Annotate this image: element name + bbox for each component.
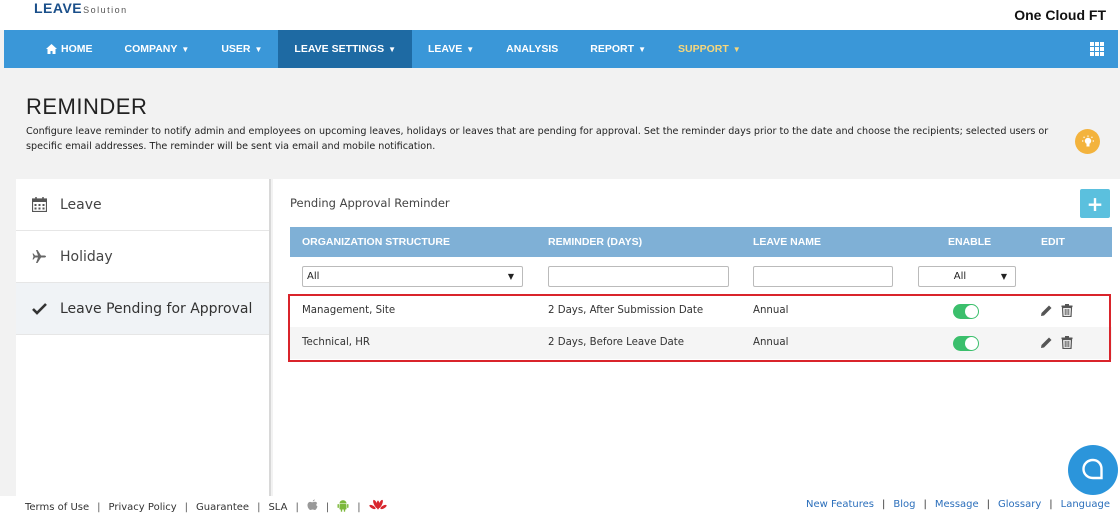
chat-bubble-icon (1082, 458, 1103, 480)
add-reminder-button[interactable]: + (1080, 189, 1110, 218)
nav-support-label: SUPPORT (677, 43, 729, 55)
caret-down-icon: ▼ (254, 44, 263, 54)
caret-down-icon: ▼ (638, 44, 646, 54)
apps-grid-icon[interactable] (1090, 42, 1104, 56)
nav-report[interactable]: REPORT ▼ (574, 30, 662, 68)
sidebar-item-leave[interactable]: Leave (16, 179, 269, 231)
nav-leave-settings-label: LEAVE SETTINGS (294, 43, 385, 55)
nav-leave-settings[interactable]: LEAVE SETTINGS ▼ (278, 30, 412, 68)
org-filter-value: All (307, 271, 320, 282)
sidebar-item-label: Holiday (60, 248, 113, 265)
logo[interactable]: LEAVESolution (34, 0, 128, 16)
plus-icon: + (1086, 191, 1104, 216)
nav-company-label: COMPANY (124, 43, 178, 55)
leave-name-filter-input[interactable] (753, 266, 893, 287)
footer-link-sla[interactable]: SLA (268, 502, 287, 513)
caret-down-icon: ▼ (466, 44, 475, 54)
footer-link-privacy[interactable]: Privacy Policy (109, 502, 177, 513)
home-icon (46, 44, 57, 54)
reminder-filter-input[interactable] (548, 266, 729, 287)
section-title: Pending Approval Reminder (290, 196, 450, 210)
footer-link-language[interactable]: Language (1061, 499, 1110, 510)
nav-leave[interactable]: LEAVE ▼ (412, 30, 490, 68)
top-bar: LEAVESolution One Cloud FT (0, 0, 1120, 30)
highlight-box (288, 294, 1111, 362)
huawei-icon[interactable] (368, 499, 387, 515)
page-title: REMINDER (26, 94, 148, 119)
nav-report-label: REPORT (590, 43, 635, 55)
column-header-edit: EDIT (1041, 236, 1065, 248)
nav-user[interactable]: USER ▼ (205, 30, 278, 68)
apple-icon[interactable] (307, 499, 318, 515)
reminder-sidebar: Leave Holiday Leave Pending for Approval (16, 179, 271, 499)
caret-down-icon: ▼ (1000, 272, 1007, 281)
chat-button[interactable] (1068, 445, 1118, 495)
nav-analysis[interactable]: ANALYSIS (490, 30, 574, 68)
calendar-icon (30, 197, 48, 212)
footer-left-links: Terms of Use | Privacy Policy | Guarantee |… (25, 499, 387, 515)
lightbulb-glyph-icon (1081, 135, 1094, 146)
nav-leave-label: LEAVE (428, 43, 463, 55)
company-name: One Cloud FT (1014, 7, 1106, 23)
org-filter-select[interactable]: All ▼ (302, 266, 523, 287)
footer-right-links: New Features | Blog | Message | Glossary | L… (805, 499, 1110, 510)
footer-link-blog[interactable]: Blog (893, 499, 915, 510)
caret-down-icon: ▼ (388, 44, 396, 54)
nav-user-label: USER (221, 43, 251, 55)
plane-icon (30, 249, 48, 264)
main-nav: HOME COMPANY ▼ USER ▼ LEAVE SETTINGS ▼ LEAV… (4, 30, 1118, 68)
table-header: ORGANIZATION STRUCTURE REMINDER (DAYS) L… (290, 227, 1112, 257)
sidebar-item-leave-pending[interactable]: Leave Pending for Approval (16, 283, 269, 335)
android-icon[interactable] (337, 499, 349, 515)
logo-sub: Solution (83, 5, 128, 15)
column-header-reminder: REMINDER (DAYS) (548, 236, 643, 248)
footer-link-message[interactable]: Message (935, 499, 979, 510)
footer-link-guarantee[interactable]: Guarantee (196, 502, 249, 513)
sidebar-item-label: Leave (60, 196, 102, 213)
nav-company[interactable]: COMPANY ▼ (109, 30, 206, 68)
column-header-org: ORGANIZATION STRUCTURE (302, 236, 450, 248)
nav-home[interactable]: HOME (4, 30, 109, 68)
caret-down-icon: ▼ (732, 44, 741, 54)
column-header-leave-name: LEAVE NAME (753, 236, 822, 248)
footer-link-terms[interactable]: Terms of Use (25, 502, 89, 513)
column-header-enable: ENABLE (948, 236, 992, 248)
sidebar-item-label: Leave Pending for Approval (60, 300, 253, 317)
caret-down-icon: ▼ (507, 272, 514, 281)
check-icon (30, 302, 48, 315)
nav-home-label: HOME (61, 43, 93, 55)
caret-down-icon: ▼ (181, 44, 190, 54)
nav-analysis-label: ANALYSIS (506, 43, 559, 55)
enable-filter-select[interactable]: All ▼ (918, 266, 1016, 287)
enable-filter-value: All (953, 271, 967, 282)
logo-main: LEAVE (34, 0, 83, 16)
lightbulb-icon[interactable] (1075, 129, 1100, 154)
footer-link-new-features[interactable]: New Features (806, 499, 874, 510)
nav-support[interactable]: SUPPORT ▼ (662, 30, 757, 68)
page-description: Configure leave reminder to notify admin… (26, 126, 1049, 152)
footer-link-glossary[interactable]: Glossary (998, 499, 1041, 510)
sidebar-item-holiday[interactable]: Holiday (16, 231, 269, 283)
footer: Terms of Use | Privacy Policy | Guarantee |… (0, 496, 1120, 516)
